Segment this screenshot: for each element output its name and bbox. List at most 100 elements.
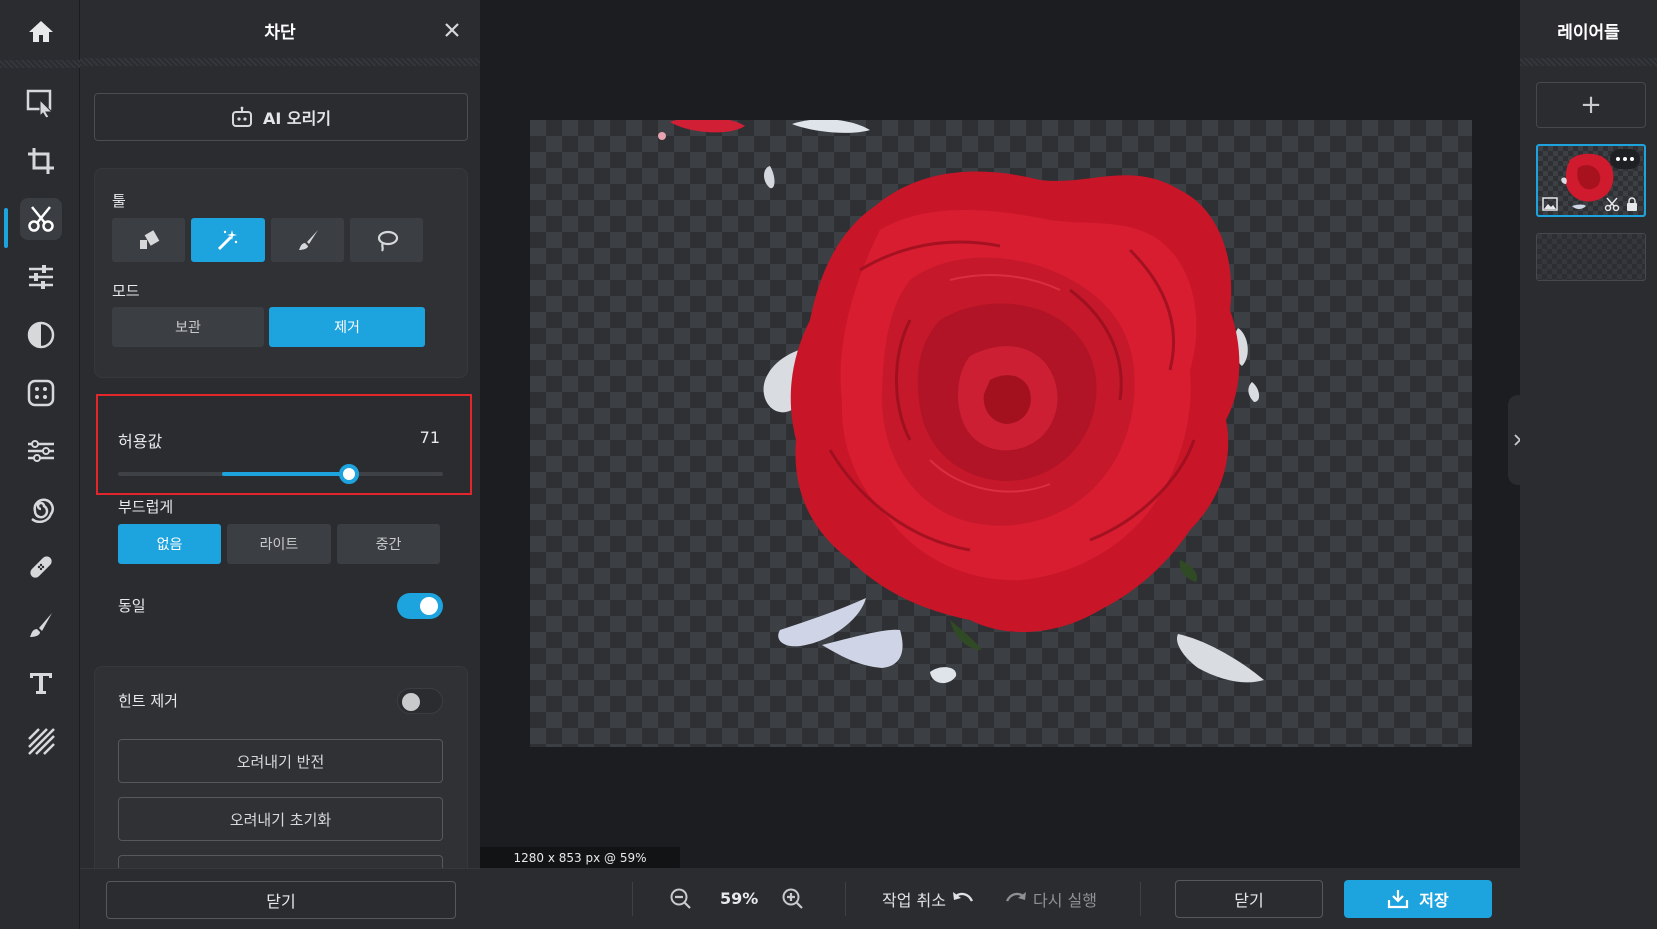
mode-selector: 보관 제거 [112,307,425,347]
tolerance-value: 71 [419,428,440,447]
tool-cutout[interactable] [20,198,62,240]
rose-image [658,120,1264,684]
liquify-icon [28,440,54,462]
zoom-out-button[interactable] [670,868,692,929]
save-button[interactable]: 저장 [1344,880,1492,918]
home-icon [29,21,53,42]
spiral-icon [31,498,54,523]
panel-footer-close-button[interactable]: 닫기 [106,881,456,919]
layer-rose[interactable] [1536,144,1646,217]
mode-label: 모드 [112,282,140,300]
tool-effects[interactable] [20,372,62,414]
smooth-none-button[interactable]: 없음 [118,524,221,564]
brush-tool-button[interactable] [271,218,344,262]
defringe-label: 힌트 제거 [118,692,178,710]
invert-cutout-button[interactable]: 오려내기 반전 [118,739,443,783]
transparent-canvas[interactable] [530,120,1472,747]
tolerance-label: 허용값 [118,432,163,451]
effects-icon [27,379,55,407]
zoom-out-icon [670,888,691,909]
layers-divider [1520,58,1657,66]
zoom-level: 59% [720,889,759,908]
smooth-medium-button[interactable]: 중간 [337,524,440,564]
smooth-label: 부드럽게 [118,498,174,516]
eraser-icon [139,230,159,249]
tool-text[interactable] [20,662,62,704]
redo-button[interactable]: 다시 실행 [1005,868,1097,929]
panel-footer: 닫기 [80,868,480,929]
tools-label: 툴 [112,192,126,210]
canvas-area[interactable]: 1280 x 853 px @ 59% [480,0,1520,868]
tool-arrange[interactable] [20,82,62,124]
bottom-divider [1140,882,1141,916]
zoom-in-button[interactable] [782,868,804,929]
brush-icon [298,230,318,250]
tool-rail [0,0,80,929]
tolerance-slider-thumb[interactable] [339,464,359,484]
paintbrush-icon [30,613,52,637]
defringe-toggle-knob [402,693,420,711]
contiguous-label: 동일 [118,597,146,615]
texture-icon [28,728,55,755]
layer-background[interactable] [1536,233,1646,281]
bottom-divider [632,882,633,916]
select-arrow-icon [26,89,54,118]
ai-cutout-button[interactable]: AI 오리기 [94,93,468,141]
tool-crop[interactable] [20,140,62,182]
tool-heal[interactable] [20,546,62,588]
tool-liquify[interactable] [20,430,62,472]
tool-draw[interactable] [20,604,62,646]
mode-keep-button[interactable]: 보관 [112,307,264,347]
more-icon [1616,157,1634,161]
photo-editor-app: 차단 AI 오리기 툴 모드 보관 제거 허용값 71 부드럽게 없음 라이트 … [0,0,1657,929]
contiguous-toggle[interactable] [397,593,443,619]
eraser-tool-button[interactable] [112,218,185,262]
cutout-layer-icon [1604,197,1620,211]
tool-distort[interactable] [20,488,62,530]
lasso-tool-button[interactable] [350,218,423,262]
lock-icon [1627,197,1637,211]
layer-options-button[interactable] [1610,149,1640,169]
undo-button[interactable]: 작업 취소 [882,868,974,929]
rail-divider [0,60,80,68]
panel-title: 차단 [264,23,296,43]
tolerance-slider[interactable] [118,464,443,484]
contrast-icon [27,321,55,349]
close-button[interactable]: 닫기 [1175,880,1323,918]
undo-icon [952,891,974,902]
sliders-icon [29,265,53,289]
smooth-selector: 없음 라이트 중간 [118,524,440,564]
home-button[interactable] [24,14,58,48]
zoom-in-icon [782,888,803,909]
add-layer-button[interactable]: + [1536,82,1646,128]
layers-panel: 레이어들 + [1520,0,1657,929]
crop-icon [28,148,54,174]
image-dimensions-readout: 1280 x 853 px @ 59% [480,847,680,868]
panel-close-button[interactable] [440,18,464,42]
text-icon [30,673,52,694]
tool-texture[interactable] [20,720,62,762]
reset-cutout-button[interactable]: 오려내기 초기화 [118,797,443,841]
active-tool-indicator [4,208,8,248]
magic-wand-icon [217,230,238,251]
tool-selector [112,218,423,262]
save-label: 저장 [1419,891,1449,910]
lasso-icon [377,230,398,252]
mode-remove-button[interactable]: 제거 [269,307,425,347]
layers-title: 레이어들 [1557,23,1620,43]
bottom-divider [845,882,846,916]
image-layer-icon [1542,197,1558,211]
contiguous-toggle-knob [420,597,438,615]
close-icon [445,23,459,37]
scissors-icon [28,206,54,232]
panel-header: 차단 [80,0,480,58]
tool-adjust[interactable] [20,256,62,298]
undo-label: 작업 취소 [882,890,946,910]
download-icon [1388,890,1409,909]
magic-wand-tool-button[interactable] [191,218,265,262]
tool-filters[interactable] [20,314,62,356]
smooth-light-button[interactable]: 라이트 [227,524,331,564]
panel-divider [80,58,480,66]
ai-cutout-label: AI 오리기 [262,109,332,128]
defringe-toggle[interactable] [397,688,443,714]
